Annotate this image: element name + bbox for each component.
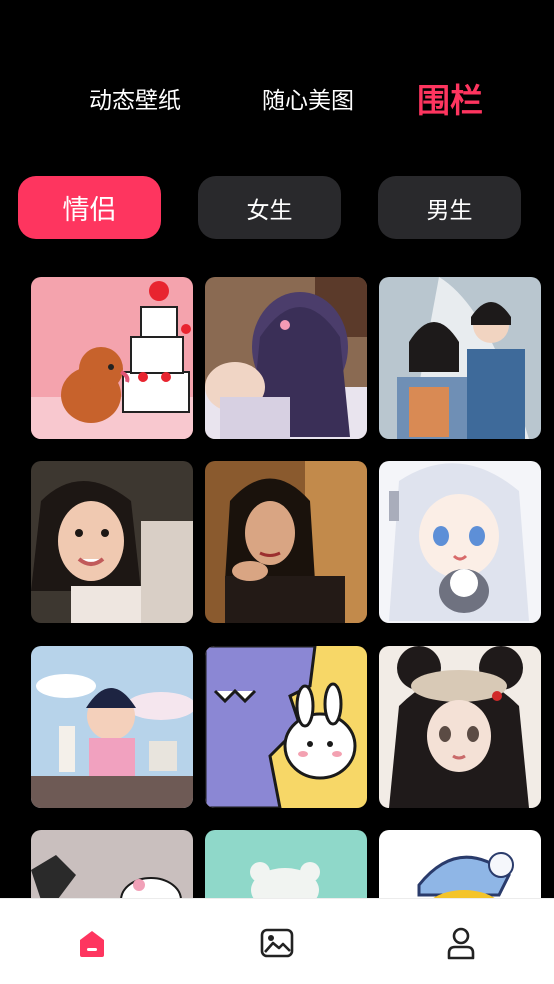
wallpaper-tile[interactable] [31, 461, 193, 623]
tab-fence[interactable]: 围栏 [395, 68, 505, 128]
app-screen: 动态壁纸 随心美图 围栏 情侣 女生 男生 [0, 0, 554, 984]
anime-girl-mouse-ears-image [379, 646, 541, 808]
nav-gallery[interactable] [257, 923, 297, 963]
wallpaper-tile[interactable] [379, 461, 541, 623]
wallpaper-tile[interactable] [205, 277, 367, 439]
smiling-girl-image [31, 461, 193, 623]
top-tab-bar: 动态壁纸 随心美图 围栏 [0, 68, 554, 128]
category-chips: 情侣 女生 男生 [0, 176, 554, 239]
woman-portrait-image [205, 461, 367, 623]
couple-photo-image [379, 277, 541, 439]
cartoon-monster-bunny-image [205, 646, 367, 808]
wallpaper-tile[interactable] [379, 277, 541, 439]
chip-girls[interactable]: 女生 [198, 176, 341, 239]
tab-dynamic-wallpaper[interactable]: 动态壁纸 [70, 68, 200, 128]
profile-icon [447, 927, 475, 960]
wallpaper-tile[interactable] [205, 646, 367, 808]
wallpaper-tile[interactable] [31, 277, 193, 439]
nav-profile[interactable] [441, 923, 481, 963]
home-icon [80, 931, 104, 957]
anime-white-hair-cat-image [379, 461, 541, 623]
chip-boys[interactable]: 男生 [378, 176, 521, 239]
anime-girl-long-hair-image [205, 277, 367, 439]
cartoon-boy-image [31, 646, 193, 808]
nav-home[interactable] [72, 923, 112, 963]
bottom-navigation [0, 898, 554, 984]
chip-couple[interactable]: 情侣 [18, 176, 161, 239]
wallpaper-tile[interactable] [31, 646, 193, 808]
image-icon [260, 928, 294, 958]
tab-random-images[interactable]: 随心美图 [243, 68, 373, 128]
cartoon-dog-cake-image [31, 277, 193, 439]
wallpaper-tile[interactable] [205, 461, 367, 623]
wallpaper-tile[interactable] [379, 646, 541, 808]
